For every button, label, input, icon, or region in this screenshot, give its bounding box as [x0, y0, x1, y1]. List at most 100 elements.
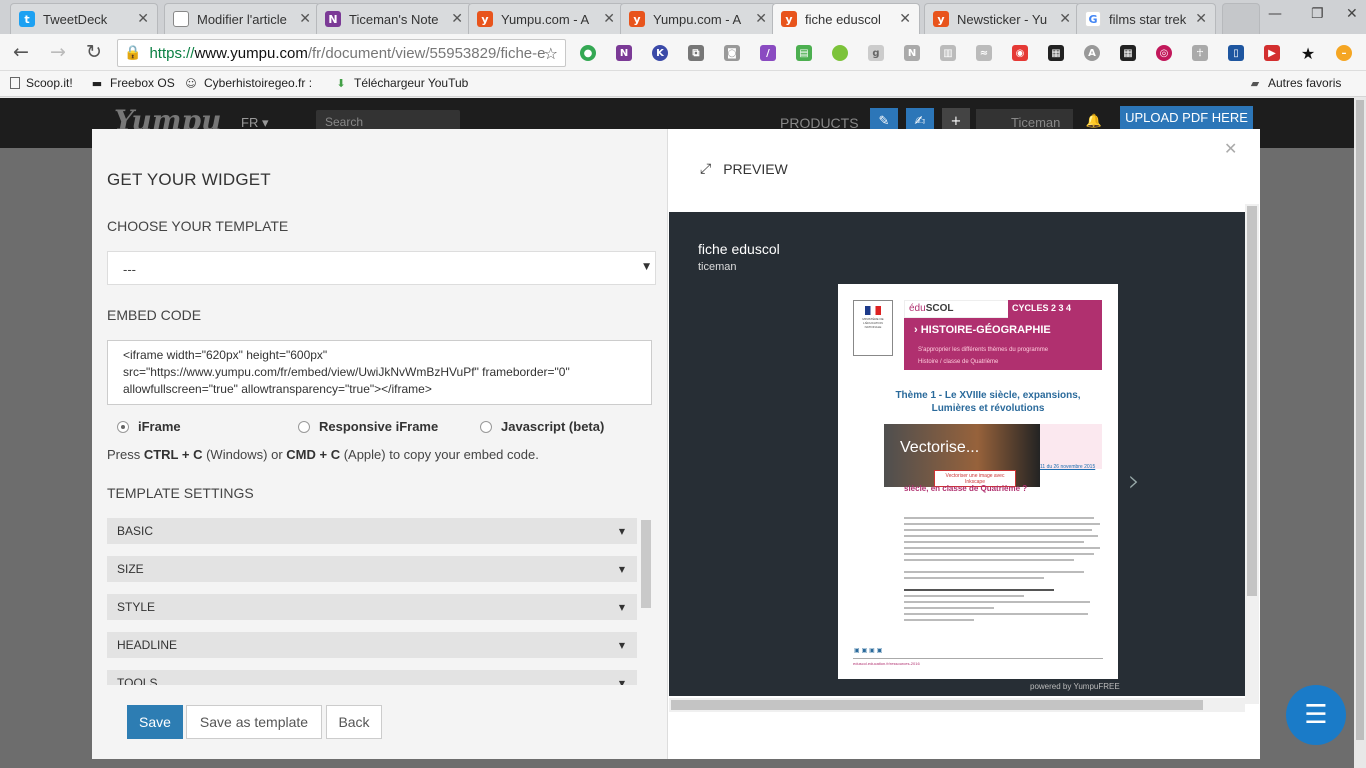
onenote-clipper-icon[interactable]: N — [616, 45, 632, 61]
radio-iframe[interactable]: iFrame — [117, 419, 181, 434]
forward-arrow-icon[interactable]: → — [50, 42, 66, 62]
save-as-template-button[interactable]: Save as template — [186, 705, 322, 739]
back-arrow-icon[interactable]: ← — [13, 42, 29, 62]
print-friendly-icon[interactable]: ▤ — [796, 45, 812, 61]
yumpu-icon: y — [781, 11, 797, 27]
next-page-icon[interactable]: › — [1128, 464, 1140, 499]
template-settings-label: TEMPLATE SETTINGS — [107, 485, 254, 501]
newsletter-icon[interactable]: N — [904, 45, 920, 61]
social-share-icons[interactable]: ▣ ▣ ▣ ▣ — [854, 647, 882, 654]
bookmark-star-icon[interactable]: ☆ — [544, 44, 558, 63]
template-select[interactable]: --- ▼ — [107, 251, 656, 285]
star-bookmarks-icon[interactable]: ★ — [1300, 44, 1316, 63]
chat-launcher-icon[interactable]: ☰ — [1286, 685, 1346, 745]
close-tab-icon[interactable]: ✕ — [451, 11, 463, 27]
accordion-style[interactable]: STYLE ▼ — [107, 594, 637, 620]
powered-by[interactable]: powered by YumpuFREE — [1030, 682, 1120, 691]
extension-copy-icon[interactable]: ⧉ — [688, 45, 704, 61]
extension-green-icon[interactable]: ● — [580, 45, 596, 61]
radio-responsive-iframe[interactable]: Responsive iFrame — [298, 419, 438, 434]
close-tab-icon[interactable]: ✕ — [603, 11, 615, 27]
bookmark-scoopit[interactable]: Scoop.it! — [10, 76, 73, 90]
document-page[interactable]: MINISTÈRE DE L'ÉDUCATION NATIONALE éduSC… — [838, 284, 1118, 679]
green-dot-icon[interactable] — [832, 45, 848, 61]
preview-vertical-thumb[interactable] — [1247, 206, 1257, 596]
page-link[interactable]: 11 du 26 novembre 2015 — [1040, 464, 1095, 470]
broadcast-icon[interactable]: ◉ — [1012, 45, 1028, 61]
accordion-size[interactable]: SIZE ▼ — [107, 556, 637, 582]
qr-code-icon-2[interactable]: ▦ — [1120, 45, 1136, 61]
google-icon: G — [1085, 11, 1101, 27]
window-close-icon[interactable]: ✕ — [1346, 6, 1358, 22]
tab-tweetdeck[interactable]: t TweetDeck ✕ — [10, 3, 158, 34]
radio-javascript[interactable]: Javascript (beta) — [480, 419, 604, 434]
close-tab-icon[interactable]: ✕ — [755, 11, 767, 27]
document-author[interactable]: ticeman — [698, 261, 737, 273]
camera-icon[interactable]: ◙ — [724, 45, 740, 61]
radio-button[interactable] — [298, 420, 310, 433]
radio-button-checked[interactable] — [117, 420, 129, 433]
back-button[interactable]: Back — [326, 705, 382, 739]
tab-yumpu-1[interactable]: y Yumpu.com - A ✕ — [468, 3, 624, 34]
embed-code-textarea[interactable]: <iframe width="620px" height="600px" src… — [107, 340, 652, 405]
rss-icon[interactable]: ≈ — [976, 45, 992, 61]
minimize-icon[interactable]: — — [1268, 6, 1282, 22]
radio-button[interactable] — [480, 420, 492, 433]
preview-horizontal-thumb[interactable] — [671, 700, 1203, 710]
close-tab-icon[interactable]: ✕ — [1059, 11, 1071, 27]
bookmark-cyberhistoire[interactable]: ☺ Cyberhistoiregeo.fr : — [184, 76, 312, 90]
tab-modifier-article[interactable]: Modifier l'article ✕ — [164, 3, 320, 34]
accordion-tools[interactable]: TOOLS ▼ — [107, 670, 637, 685]
yumpu-icon: y — [629, 11, 645, 27]
cat-icon: ☺ — [185, 76, 197, 90]
expand-icon[interactable]: ⤢ — [700, 161, 711, 177]
other-bookmarks[interactable]: ▰ Autres favoris — [1248, 76, 1342, 90]
save-button[interactable]: Save — [127, 705, 183, 739]
tab-newsticker[interactable]: y Newsticker - Yu ✕ — [924, 3, 1080, 34]
cycles-badge: CYCLES 2 3 4 — [1008, 300, 1102, 318]
browser-tab-bar: t TweetDeck ✕ Modifier l'article ✕ N Tic… — [0, 0, 1366, 34]
tab-yumpu-2[interactable]: y Yumpu.com - A ✕ — [620, 3, 776, 34]
book-icon[interactable]: ▯ — [1228, 45, 1244, 61]
new-tab-button[interactable] — [1222, 3, 1260, 34]
address-bar[interactable]: 🔒 https://www.yumpu.com/fr/document/view… — [117, 39, 566, 67]
page-footer: eduscol.education.fr/ressources-2016 — [853, 658, 1103, 668]
caret-down-icon: ▼ — [618, 527, 625, 536]
settings-scrollbar[interactable] — [641, 520, 651, 608]
bookmarks-bar: Scoop.it! ▬ Freebox OS ☺ Cyberhistoirege… — [0, 71, 1366, 97]
qr-code-icon[interactable]: ▦ — [1048, 45, 1064, 61]
reload-icon[interactable]: ↻ — [86, 42, 102, 62]
ministry-logo: MINISTÈRE DE L'ÉDUCATION NATIONALE — [853, 300, 893, 356]
chevron-down-icon: ▼ — [643, 262, 650, 272]
maximize-icon[interactable]: ❐ — [1311, 6, 1324, 22]
page-icon — [10, 77, 20, 89]
document-title: fiche eduscol — [698, 241, 780, 257]
tab-star-trek[interactable]: G films star trek - ✕ — [1076, 3, 1216, 34]
bookmark-youtube-downloader[interactable]: ⬇ Téléchargeur YouTub — [334, 76, 468, 90]
page-question: siècle, en classe de Quatrième ? — [904, 484, 1028, 493]
browser-toolbar: ← → ↻ 🔒 https://www.yumpu.com/fr/documen… — [0, 34, 1366, 71]
feather-icon[interactable]: / — [760, 45, 776, 61]
pink-circle-icon[interactable]: ◎ — [1156, 45, 1172, 61]
close-tab-icon[interactable]: ✕ — [137, 11, 149, 27]
gif-icon[interactable]: g — [868, 45, 884, 61]
ankh-icon[interactable]: ☥ — [1192, 45, 1208, 61]
bookmark-freebox[interactable]: ▬ Freebox OS — [90, 76, 175, 90]
video-recorder-icon[interactable]: ▶ — [1264, 45, 1280, 61]
choose-template-label: CHOOSE YOUR TEMPLATE — [107, 218, 289, 234]
klout-icon[interactable]: K — [652, 45, 668, 61]
close-tab-icon[interactable]: ✕ — [299, 11, 311, 27]
tab-fiche-eduscol[interactable]: y fiche eduscol ✕ — [772, 3, 920, 34]
caret-down-icon: ▼ — [618, 641, 625, 650]
close-tab-icon[interactable]: ✕ — [1195, 11, 1207, 27]
page-scrollbar-thumb[interactable] — [1356, 100, 1364, 740]
extension-stack-icon[interactable]: ▥ — [940, 45, 956, 61]
preview-heading: ⤢ PREVIEW — [700, 161, 788, 177]
accordion-headline[interactable]: HEADLINE ▼ — [107, 632, 637, 658]
close-tab-icon[interactable]: ✕ — [899, 11, 911, 27]
close-modal-icon[interactable]: ✕ — [1224, 139, 1237, 158]
accordion-basic[interactable]: BASIC ▼ — [107, 518, 637, 544]
adblock-icon[interactable]: A — [1084, 45, 1100, 61]
tab-onenote[interactable]: N Ticeman's Note ✕ — [316, 3, 472, 34]
minus-icon[interactable]: – — [1336, 45, 1352, 61]
